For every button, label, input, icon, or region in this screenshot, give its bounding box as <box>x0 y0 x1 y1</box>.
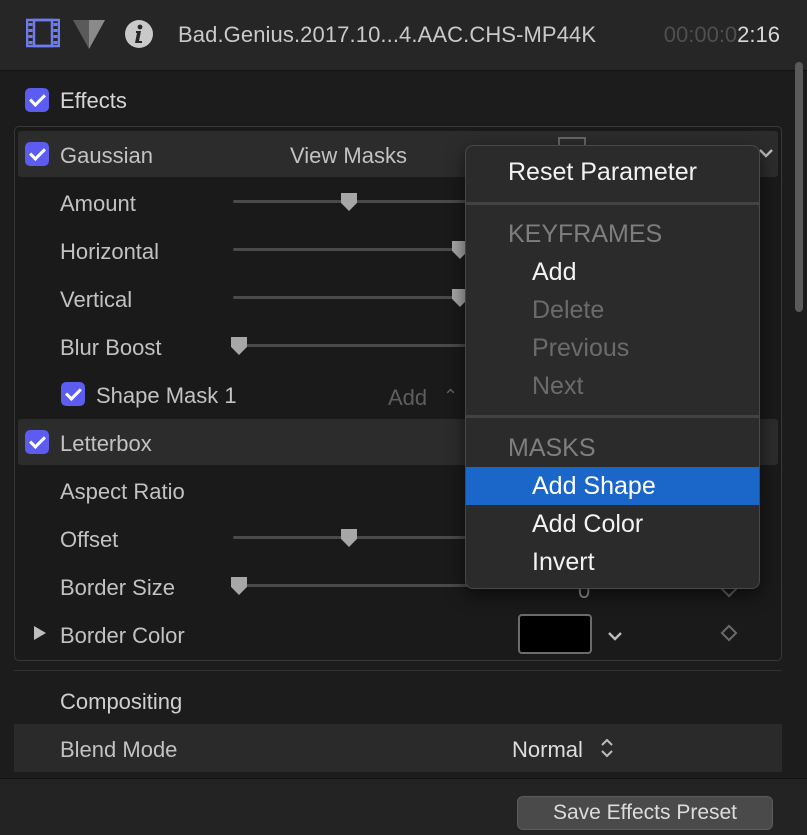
save-effects-preset-button[interactable]: Save Effects Preset <box>517 796 773 830</box>
menu-item-previous-keyframe: Previous <box>466 329 759 367</box>
gaussian-checkbox[interactable] <box>25 142 49 166</box>
horizontal-slider[interactable] <box>233 248 468 251</box>
disclosure-triangle-icon[interactable] <box>33 625 47 641</box>
border-color-well[interactable] <box>518 614 592 654</box>
menu-item-label: Delete <box>532 296 605 324</box>
menu-item-invert[interactable]: Invert <box>466 543 759 581</box>
info-icon[interactable] <box>124 19 154 49</box>
menu-item-label: Add <box>532 258 577 286</box>
timecode-dim: 00:00:0 <box>663 22 738 47</box>
menu-item-label: Invert <box>532 548 595 576</box>
menu-item-label: Reset Parameter <box>508 158 697 186</box>
menu-item-next-keyframe: Next <box>466 367 759 405</box>
inspector-shield-icon[interactable] <box>72 18 106 50</box>
blur-boost-label: Blur Boost <box>60 335 162 360</box>
letterbox-checkbox[interactable] <box>25 430 49 454</box>
inspector-header: Bad.Genius.2017.10...4.AAC.CHS-MP44K 00:… <box>0 0 807 70</box>
menu-item-reset-parameter[interactable]: Reset Parameter <box>466 153 759 191</box>
gaussian-chevron-down-icon[interactable] <box>758 147 774 159</box>
blend-mode-label: Blend Mode <box>60 737 178 762</box>
gaussian-label: Gaussian <box>60 143 153 168</box>
menu-item-label: Add Color <box>532 510 644 538</box>
menu-item-add-keyframe[interactable]: Add <box>466 253 759 291</box>
film-icon[interactable] <box>26 18 60 48</box>
shape-mask-checkbox[interactable] <box>61 382 85 406</box>
horizontal-label: Horizontal <box>60 239 160 264</box>
shape-mask-add-popup[interactable]: Add <box>388 385 427 411</box>
blend-mode-updown-icon[interactable] <box>600 737 614 759</box>
menu-section-label: MASKS <box>508 434 596 462</box>
scrollbar[interactable] <box>795 62 803 312</box>
border-color-chevron-down-icon[interactable] <box>607 630 623 642</box>
menu-section-label: KEYFRAMES <box>508 220 663 248</box>
view-masks-label[interactable]: View Masks <box>290 143 407 169</box>
effects-checkbox[interactable] <box>25 88 49 112</box>
menu-section-masks: MASKS <box>466 429 759 467</box>
menu-item-delete-keyframe: Delete <box>466 291 759 329</box>
border-size-label: Border Size <box>60 575 175 600</box>
timecode-lit: 2:16 <box>737 22 780 47</box>
effects-label: Effects <box>60 88 127 113</box>
aspect-ratio-label: Aspect Ratio <box>60 479 185 504</box>
shape-mask-updown-icon[interactable]: ⌃ <box>443 386 458 407</box>
blend-mode-popup[interactable]: Normal <box>512 737 583 763</box>
compositing-divider <box>14 670 782 671</box>
menu-item-label: Previous <box>532 334 630 362</box>
context-menu: Reset Parameter KEYFRAMES Add Delete Pre… <box>465 145 760 589</box>
letterbox-label: Letterbox <box>60 431 152 456</box>
offset-label: Offset <box>60 527 119 552</box>
amount-label: Amount <box>60 191 136 216</box>
timecode: 00:00:02:16 <box>664 22 780 48</box>
menu-item-add-color[interactable]: Add Color <box>466 505 759 543</box>
vertical-label: Vertical <box>60 287 133 312</box>
menu-item-label: Add Shape <box>532 472 656 500</box>
menu-item-label: Next <box>532 372 584 400</box>
menu-separator <box>466 202 759 205</box>
clip-title: Bad.Genius.2017.10...4.AAC.CHS-MP44K <box>178 22 597 47</box>
menu-separator <box>466 415 759 418</box>
shape-mask-label: Shape Mask 1 <box>96 383 237 408</box>
border-size-slider[interactable] <box>233 584 468 587</box>
menu-item-add-shape[interactable]: Add Shape <box>466 467 759 505</box>
inspector-footer: Save Effects Preset <box>0 778 807 835</box>
menu-section-keyframes: KEYFRAMES <box>466 215 759 253</box>
compositing-label: Compositing <box>60 689 183 714</box>
vertical-slider[interactable] <box>233 296 468 299</box>
blur-boost-slider[interactable] <box>233 344 468 347</box>
border-color-label: Border Color <box>60 623 185 648</box>
